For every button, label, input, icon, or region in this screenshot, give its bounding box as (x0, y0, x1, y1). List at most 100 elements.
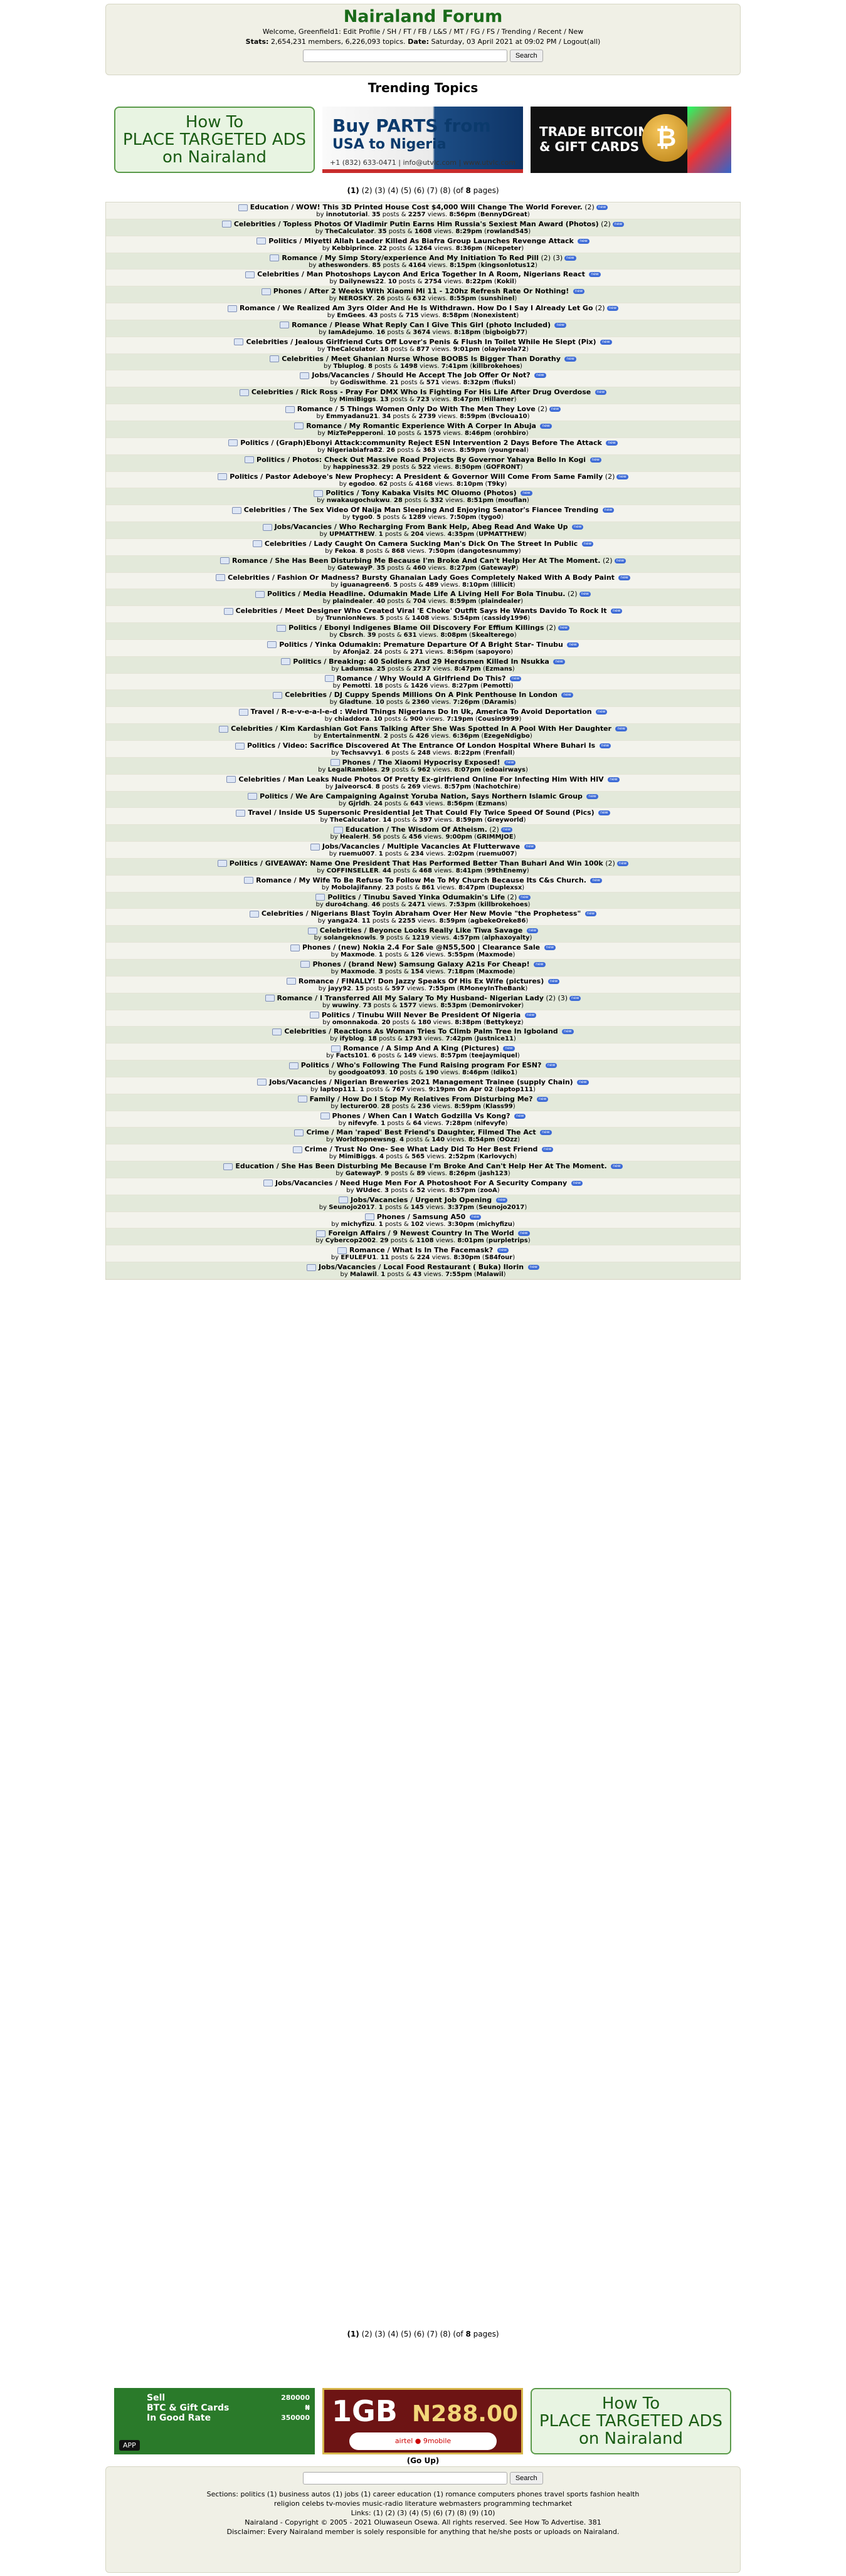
topic-pages[interactable]: (2) (584, 203, 595, 211)
topic-author-link[interactable]: Afonja2 (342, 649, 369, 656)
topic-last-poster-link[interactable]: Ezmans (478, 800, 505, 807)
topic-title-link[interactable]: Crime / Man 'raped' Best Friend's Daught… (306, 1128, 536, 1136)
topic-title-link[interactable]: Politics / Breaking: 40 Soldiers And 29 … (293, 657, 549, 666)
page-link[interactable]: (3) (374, 186, 385, 195)
usa-parts-ad[interactable]: Buy PARTS from USA to Nigeria +1 (832) 6… (322, 107, 523, 173)
topic-last-poster-link[interactable]: RMoneyInTheBank (460, 985, 526, 992)
topic-last-poster-link[interactable]: Malawil (477, 1271, 504, 1278)
topic-title-link[interactable]: Politics / Who's Following The Fund Rais… (301, 1061, 542, 1069)
topic-last-poster-link[interactable]: Frenfall (485, 750, 512, 757)
topic-title-link[interactable]: Romance / 5 Things Women Only Do With Th… (297, 405, 536, 413)
topic-title-link[interactable]: Celebrities / Man Leaks Nude Photos Of P… (238, 775, 603, 783)
topic-title-link[interactable]: Politics / Ebonyi Indigenes Blame Oil Di… (288, 624, 544, 632)
topic-title-link[interactable]: Romance / She Has Been Disturbing Me Bec… (232, 557, 601, 565)
topic-title-link[interactable]: Politics / Tony Kabaka Visits MC Oluomo … (325, 489, 516, 497)
topic-author-link[interactable]: iguanagreen6 (341, 582, 389, 589)
topic-author-link[interactable]: NEROSKY (339, 295, 373, 302)
topic-title-link[interactable]: Celebrities / Rick Ross - Pray For DMX W… (251, 388, 591, 396)
topic-last-poster-link[interactable]: Ezmans (485, 666, 512, 673)
topic-title-link[interactable]: Politics / Tinubu Will Never Be Presiden… (322, 1011, 521, 1019)
topic-title-link[interactable]: Celebrities / Kim Kardashian Got Fans Ta… (231, 725, 611, 733)
topic-author-link[interactable]: GatewayP (346, 1170, 381, 1177)
topic-title-link[interactable]: Jobs/Vacancies / Nigerian Breweries 2021… (269, 1078, 573, 1086)
topic-last-poster-link[interactable]: killbrokehoes (472, 363, 520, 370)
sell-btc-ad[interactable]: Sell BTC & Gift Cards In Good Rate 28000… (114, 2388, 315, 2454)
topic-title-link[interactable]: Politics / Yinka Odumakin: Premature Dep… (279, 641, 563, 649)
app-store-badge[interactable]: APP (119, 2440, 140, 2451)
topic-last-poster-link[interactable]: fluksl (494, 379, 514, 386)
topic-pages[interactable]: (2) (568, 590, 578, 598)
topic-title-link[interactable]: Politics / (Graph)Ebonyi Attack:communit… (240, 439, 602, 447)
topic-title-link[interactable]: Education / She Has Been Disturbing Me B… (235, 1162, 606, 1170)
topic-author-link[interactable]: Emmyadanu21 (326, 413, 378, 420)
topic-title-link[interactable]: Romance / My Wife To Be Refuse To Follow… (256, 876, 586, 884)
topic-pages[interactable]: (2) (605, 859, 615, 867)
username-link[interactable]: Greenfield1 (299, 28, 339, 36)
topic-title-link[interactable]: Education / The Wisdom Of Atheism. (346, 825, 487, 834)
topic-author-link[interactable]: nwakaugochukwu (327, 497, 390, 504)
topic-author-link[interactable]: Maxmode (341, 951, 374, 958)
topic-pages[interactable]: (2) (507, 893, 517, 901)
topic-pages[interactable]: (2) (603, 557, 613, 565)
topic-pages[interactable]: (2) (3) (546, 994, 568, 1002)
topic-title-link[interactable]: Travel / Inside US Supersonic Presidenti… (248, 809, 594, 817)
topic-author-link[interactable]: WUdec (356, 1187, 381, 1194)
topic-title-link[interactable]: Travel / R-e-v-e-a-l-e-d : Weird Things … (251, 708, 592, 716)
topic-title-link[interactable]: Romance / Please What Reply Can I Give T… (292, 321, 551, 329)
topic-title-link[interactable]: Celebrities / Man Photoshops Laycon And … (257, 270, 585, 278)
topic-title-link[interactable]: Celebrities / Beyonce Looks Really Like … (320, 926, 523, 935)
topic-title-link[interactable]: Phones / Samsung A50 (377, 1213, 466, 1221)
search-input[interactable] (303, 50, 508, 62)
topic-last-poster-link[interactable]: kingsonlotus12 (481, 262, 535, 269)
topic-author-link[interactable]: LegalRambles (328, 767, 378, 773)
topic-author-link[interactable]: ruemu007 (339, 851, 374, 857)
topic-last-poster-link[interactable]: alphaxoyalty (484, 935, 530, 941)
data-bundle-ad[interactable]: 1GB N288.00 airtel ● 9mobile (322, 2388, 523, 2454)
topic-last-poster-link[interactable]: bigboigb77 (485, 329, 525, 336)
topic-last-poster-link[interactable]: orohbiro (496, 430, 526, 437)
site-logo[interactable]: Nairaland Forum (106, 7, 740, 27)
topic-title-link[interactable]: Family / How Do I Stop My Relatives From… (310, 1095, 533, 1103)
page-link-current[interactable]: (1) (347, 2330, 359, 2338)
topic-title-link[interactable]: Romance / My Romantic Experience With A … (306, 422, 536, 430)
topic-author-link[interactable]: EmGees (337, 312, 365, 319)
topic-author-link[interactable]: duro4chang (325, 901, 367, 908)
topic-last-poster-link[interactable]: nifevyfe (477, 1120, 505, 1127)
topic-last-poster-link[interactable]: purpletrips (489, 1237, 528, 1244)
topic-last-poster-link[interactable]: Hillamer (484, 396, 514, 403)
topic-author-link[interactable]: chiaddora (334, 716, 369, 723)
topic-author-link[interactable]: yanga24 (327, 918, 357, 924)
topic-last-poster-link[interactable]: EzegeNdigbo (484, 733, 530, 740)
topic-author-link[interactable]: Seunojo2017 (329, 1204, 374, 1211)
page-link[interactable]: (3) (374, 2330, 385, 2338)
topic-last-poster-link[interactable]: jash123 (480, 1170, 508, 1177)
topic-title-link[interactable]: Celebrities / Lady Caught On Camera Suck… (265, 540, 578, 548)
topic-last-poster-link[interactable]: Nicepeter (487, 245, 521, 252)
topic-title-link[interactable]: Education / WOW! This 3D Printed House C… (250, 203, 583, 211)
targeted-ads-banner-top[interactable]: How To PLACE TARGETED ADS on Nairaland (114, 107, 315, 173)
topic-last-poster-link[interactable]: mouflan (498, 497, 527, 504)
topic-author-link[interactable]: Tbluplog (333, 363, 364, 370)
topic-last-poster-link[interactable]: plaindealer (481, 598, 521, 605)
topic-pages[interactable]: (2) (601, 220, 611, 228)
topic-title-link[interactable]: Celebrities / Fashion Or Madness? Bursty… (228, 573, 615, 582)
topic-author-link[interactable]: TheCalculator (327, 346, 376, 353)
topic-author-link[interactable]: Nigeriabiafra82 (327, 447, 383, 454)
topic-author-link[interactable]: Godiswithme (340, 379, 386, 386)
page-link[interactable]: (8) (440, 2330, 451, 2338)
topic-last-poster-link[interactable]: Kokil (497, 278, 514, 285)
topic-title-link[interactable]: Jobs/Vacancies / Who Recharging From Ban… (275, 523, 568, 531)
topic-author-link[interactable]: Facts101 (336, 1052, 368, 1059)
topic-pages[interactable]: (2) (546, 624, 556, 632)
topic-title-link[interactable]: Foreign Affairs / 9 Newest Country In Th… (328, 1229, 514, 1237)
topic-last-poster-link[interactable]: Maxmode (479, 968, 512, 975)
topic-author-link[interactable]: Kebbiprince (332, 245, 374, 252)
topic-title-link[interactable]: Celebrities / DJ Cuppy Spends Millions O… (285, 691, 558, 699)
topic-author-link[interactable]: Cybercop2002 (325, 1237, 376, 1244)
topic-last-poster-link[interactable]: Pemotti (483, 683, 510, 689)
topic-title-link[interactable]: Celebrities / Topless Photos Of Vladimir… (234, 220, 599, 228)
footer-sections[interactable]: Sections: politics (1) business autos (1… (106, 2490, 740, 2508)
topic-pages[interactable]: (2) (3) (541, 254, 563, 262)
topic-title-link[interactable]: Celebrities / Nigerians Blast Toyin Abra… (262, 909, 581, 918)
topic-last-poster-link[interactable]: laptop111 (497, 1086, 533, 1093)
